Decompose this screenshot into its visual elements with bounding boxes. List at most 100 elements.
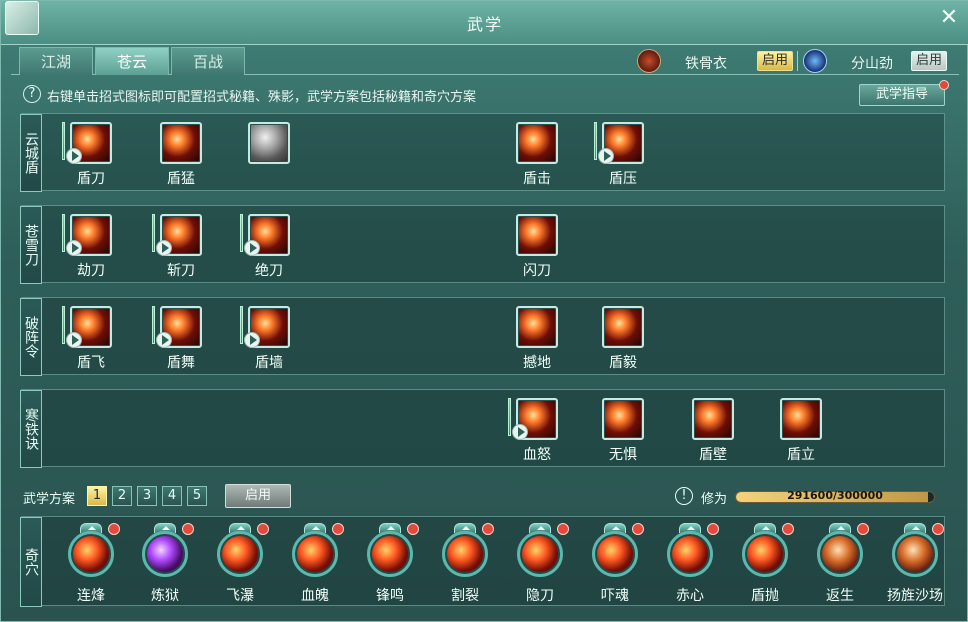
mode-separator	[797, 51, 798, 71]
play-icon[interactable]	[244, 240, 260, 256]
skill-slot[interactable]: 劫刀	[62, 210, 138, 280]
qixue-slot[interactable]: 飞瀑	[205, 523, 275, 604]
skill-row-hantiejue: 寒铁诀 血怒 无惧 盾壁 盾立	[20, 389, 945, 468]
mode-enable-button-fenshan[interactable]: 启用	[911, 51, 947, 71]
shield-stand-icon[interactable]	[780, 398, 822, 440]
skill-slot[interactable]	[246, 118, 316, 188]
skill-slot[interactable]: 盾猛	[158, 118, 228, 188]
blood-soul-icon[interactable]	[292, 531, 338, 577]
skill-name: 血怒	[523, 447, 551, 463]
skill-name: 盾刀	[77, 171, 105, 187]
skill-slot[interactable]: 绝刀	[240, 210, 316, 280]
title-bar: 武学 ✕	[1, 1, 968, 45]
play-icon[interactable]	[598, 148, 614, 164]
play-icon[interactable]	[66, 148, 82, 164]
plan-button-2[interactable]: 2	[112, 486, 132, 506]
plan-button-3[interactable]: 3	[137, 486, 157, 506]
play-icon[interactable]	[156, 240, 172, 256]
rend-icon[interactable]	[442, 531, 488, 577]
skill-name: 盾墙	[255, 355, 283, 371]
shield-barrier-icon[interactable]	[692, 398, 734, 440]
charge-bar	[508, 398, 511, 436]
skill-slot[interactable]: 盾立	[778, 394, 848, 464]
skill-name: 盾舞	[167, 355, 195, 371]
red-heart-icon[interactable]	[667, 531, 713, 577]
blade-cry-icon[interactable]	[367, 531, 413, 577]
shield-charge-icon[interactable]	[160, 122, 202, 164]
plan-button-5[interactable]: 5	[187, 486, 207, 506]
charge-bar	[62, 214, 65, 252]
notification-dot	[257, 523, 269, 535]
skill-slot[interactable]: 无惧	[600, 394, 670, 464]
qixue-slot[interactable]: 血魄	[280, 523, 350, 604]
tab-cangyun[interactable]: 苍云	[95, 47, 169, 75]
skill-slot[interactable]: 闪刀	[514, 210, 584, 280]
window-title: 武学	[466, 15, 503, 34]
qixue-slot[interactable]: 连烽	[56, 523, 126, 604]
play-icon[interactable]	[244, 332, 260, 348]
qixue-slot[interactable]: 盾抛	[730, 523, 800, 604]
qixue-slot[interactable]: 割裂	[430, 523, 500, 604]
skill-slot[interactable]: 盾墙	[240, 302, 316, 372]
play-icon[interactable]	[66, 332, 82, 348]
skill-name: 劫刀	[77, 263, 105, 279]
qixue-slot[interactable]: 锋鸣	[355, 523, 425, 604]
qixue-slot[interactable]: 炼狱	[130, 523, 200, 604]
skill-slot[interactable]: 斩刀	[152, 210, 228, 280]
notification-dot	[108, 523, 120, 535]
skill-slot[interactable]: 盾飞	[62, 302, 138, 372]
exclamation-icon[interactable]: !	[675, 487, 693, 505]
martial-guide-button[interactable]: 武学指导	[859, 84, 945, 106]
close-icon[interactable]: ✕	[937, 7, 961, 31]
notification-dot	[332, 523, 344, 535]
tab-jianghu[interactable]: 江湖	[19, 47, 93, 75]
skill-name: 盾毅	[609, 355, 637, 371]
qixue-name: 扬旌沙场	[887, 588, 943, 604]
waterfall-icon[interactable]	[217, 531, 263, 577]
play-icon[interactable]	[156, 332, 172, 348]
row-label: 破阵令	[20, 298, 42, 376]
earth-shake-icon[interactable]	[516, 306, 558, 348]
skill-slot[interactable]: 盾毅	[600, 302, 670, 372]
qixue-slot[interactable]: 隐刀	[505, 523, 575, 604]
skill-slot[interactable]: 盾击	[514, 118, 584, 188]
skill-name: 盾压	[609, 171, 637, 187]
charge-bar	[62, 122, 65, 160]
skill-slot[interactable]: 盾压	[594, 118, 670, 188]
plan-button-1[interactable]: 1	[87, 486, 107, 506]
question-icon[interactable]: ?	[23, 85, 41, 103]
play-icon[interactable]	[512, 424, 528, 440]
qixue-slot[interactable]: 赤心	[655, 523, 725, 604]
skill-slot[interactable]: 盾壁	[690, 394, 760, 464]
fearless-icon[interactable]	[602, 398, 644, 440]
qixue-panel: 奇穴 连烽 炼狱 飞瀑 血魄 锋鸣 割裂 隐刀 吓魂 赤心 盾抛 返生 扬旌沙场	[20, 516, 945, 607]
plan-button-4[interactable]: 4	[162, 486, 182, 506]
stone-shield-icon[interactable]	[248, 122, 290, 164]
skill-slot[interactable]: 盾舞	[152, 302, 228, 372]
qixue-slot[interactable]: 扬旌沙场	[880, 523, 950, 604]
banner-field-icon[interactable]	[892, 531, 938, 577]
soul-scare-icon[interactable]	[592, 531, 638, 577]
skill-slot[interactable]: 盾刀	[62, 118, 138, 188]
cultivation-row: ! 修为 291600/300000	[675, 485, 945, 509]
revive-icon[interactable]	[817, 531, 863, 577]
shield-toss-icon[interactable]	[742, 531, 788, 577]
plan-apply-button[interactable]: 启用	[225, 484, 291, 508]
skill-slot[interactable]: 撼地	[514, 302, 584, 372]
play-icon[interactable]	[66, 240, 82, 256]
flash-blade-icon[interactable]	[516, 214, 558, 256]
qixue-slot[interactable]: 吓魂	[580, 523, 650, 604]
charge-bar	[594, 122, 597, 160]
skill-slot[interactable]: 血怒	[508, 394, 584, 464]
shield-strike-icon[interactable]	[516, 122, 558, 164]
fire-chain-icon[interactable]	[68, 531, 114, 577]
qixue-slot[interactable]: 返生	[805, 523, 875, 604]
skill-name: 盾壁	[699, 447, 727, 463]
tab-baizhan[interactable]: 百战	[171, 47, 245, 75]
mode-enable-button-tiegu[interactable]: 启用	[757, 51, 793, 71]
hidden-blade-icon[interactable]	[517, 531, 563, 577]
purgatory-icon[interactable]	[142, 531, 188, 577]
shield-will-icon[interactable]	[602, 306, 644, 348]
skill-name: 无惧	[609, 447, 637, 463]
qixue-name: 炼狱	[151, 588, 179, 604]
